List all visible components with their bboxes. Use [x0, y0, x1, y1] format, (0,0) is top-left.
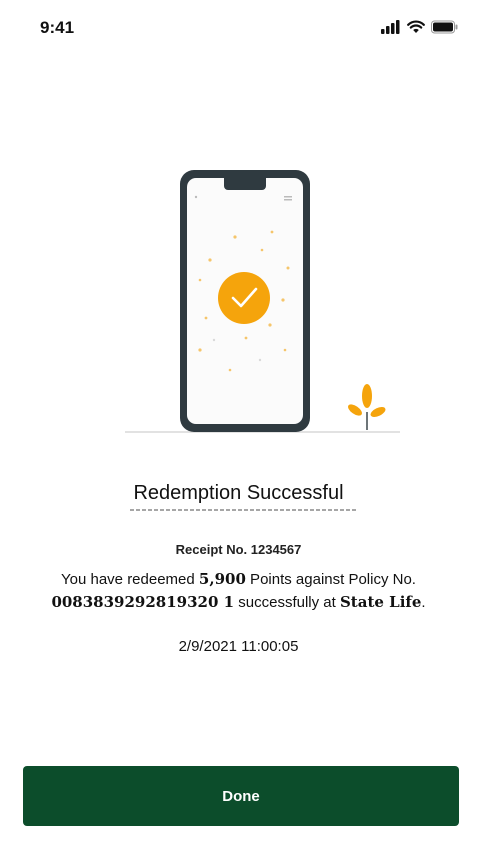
- signal-icon: [381, 20, 400, 34]
- message-mid: Points against Policy No.: [245, 571, 416, 588]
- check-circle-icon: [218, 272, 270, 324]
- success-message: You have redeemed 5,900 Points against P…: [20, 568, 457, 614]
- status-bar: 9:41: [0, 0, 477, 56]
- battery-icon: [431, 20, 458, 34]
- receipt-number: Receipt No. 1234567: [175, 542, 302, 557]
- plant-icon: [348, 384, 386, 430]
- message-prefix: You have redeemed: [61, 571, 199, 588]
- wifi-icon: [407, 20, 425, 33]
- company-name: State Life: [339, 593, 422, 611]
- message-suffix: .: [421, 594, 426, 611]
- done-button-label: Done: [222, 787, 260, 805]
- transaction-datetime: 2/9/2021 11:00:05: [178, 638, 299, 655]
- done-button[interactable]: Done: [23, 766, 459, 826]
- title-decoration: [130, 509, 356, 511]
- status-icons: [381, 20, 459, 34]
- message-mid2: successfully at: [234, 594, 340, 611]
- status-time: 9:41: [40, 18, 75, 37]
- policy-number: 0083839292819320 1: [51, 593, 235, 611]
- page-title: Redemption Successful: [133, 482, 344, 504]
- points-value: 5,900: [198, 570, 246, 588]
- success-illustration: [125, 170, 400, 433]
